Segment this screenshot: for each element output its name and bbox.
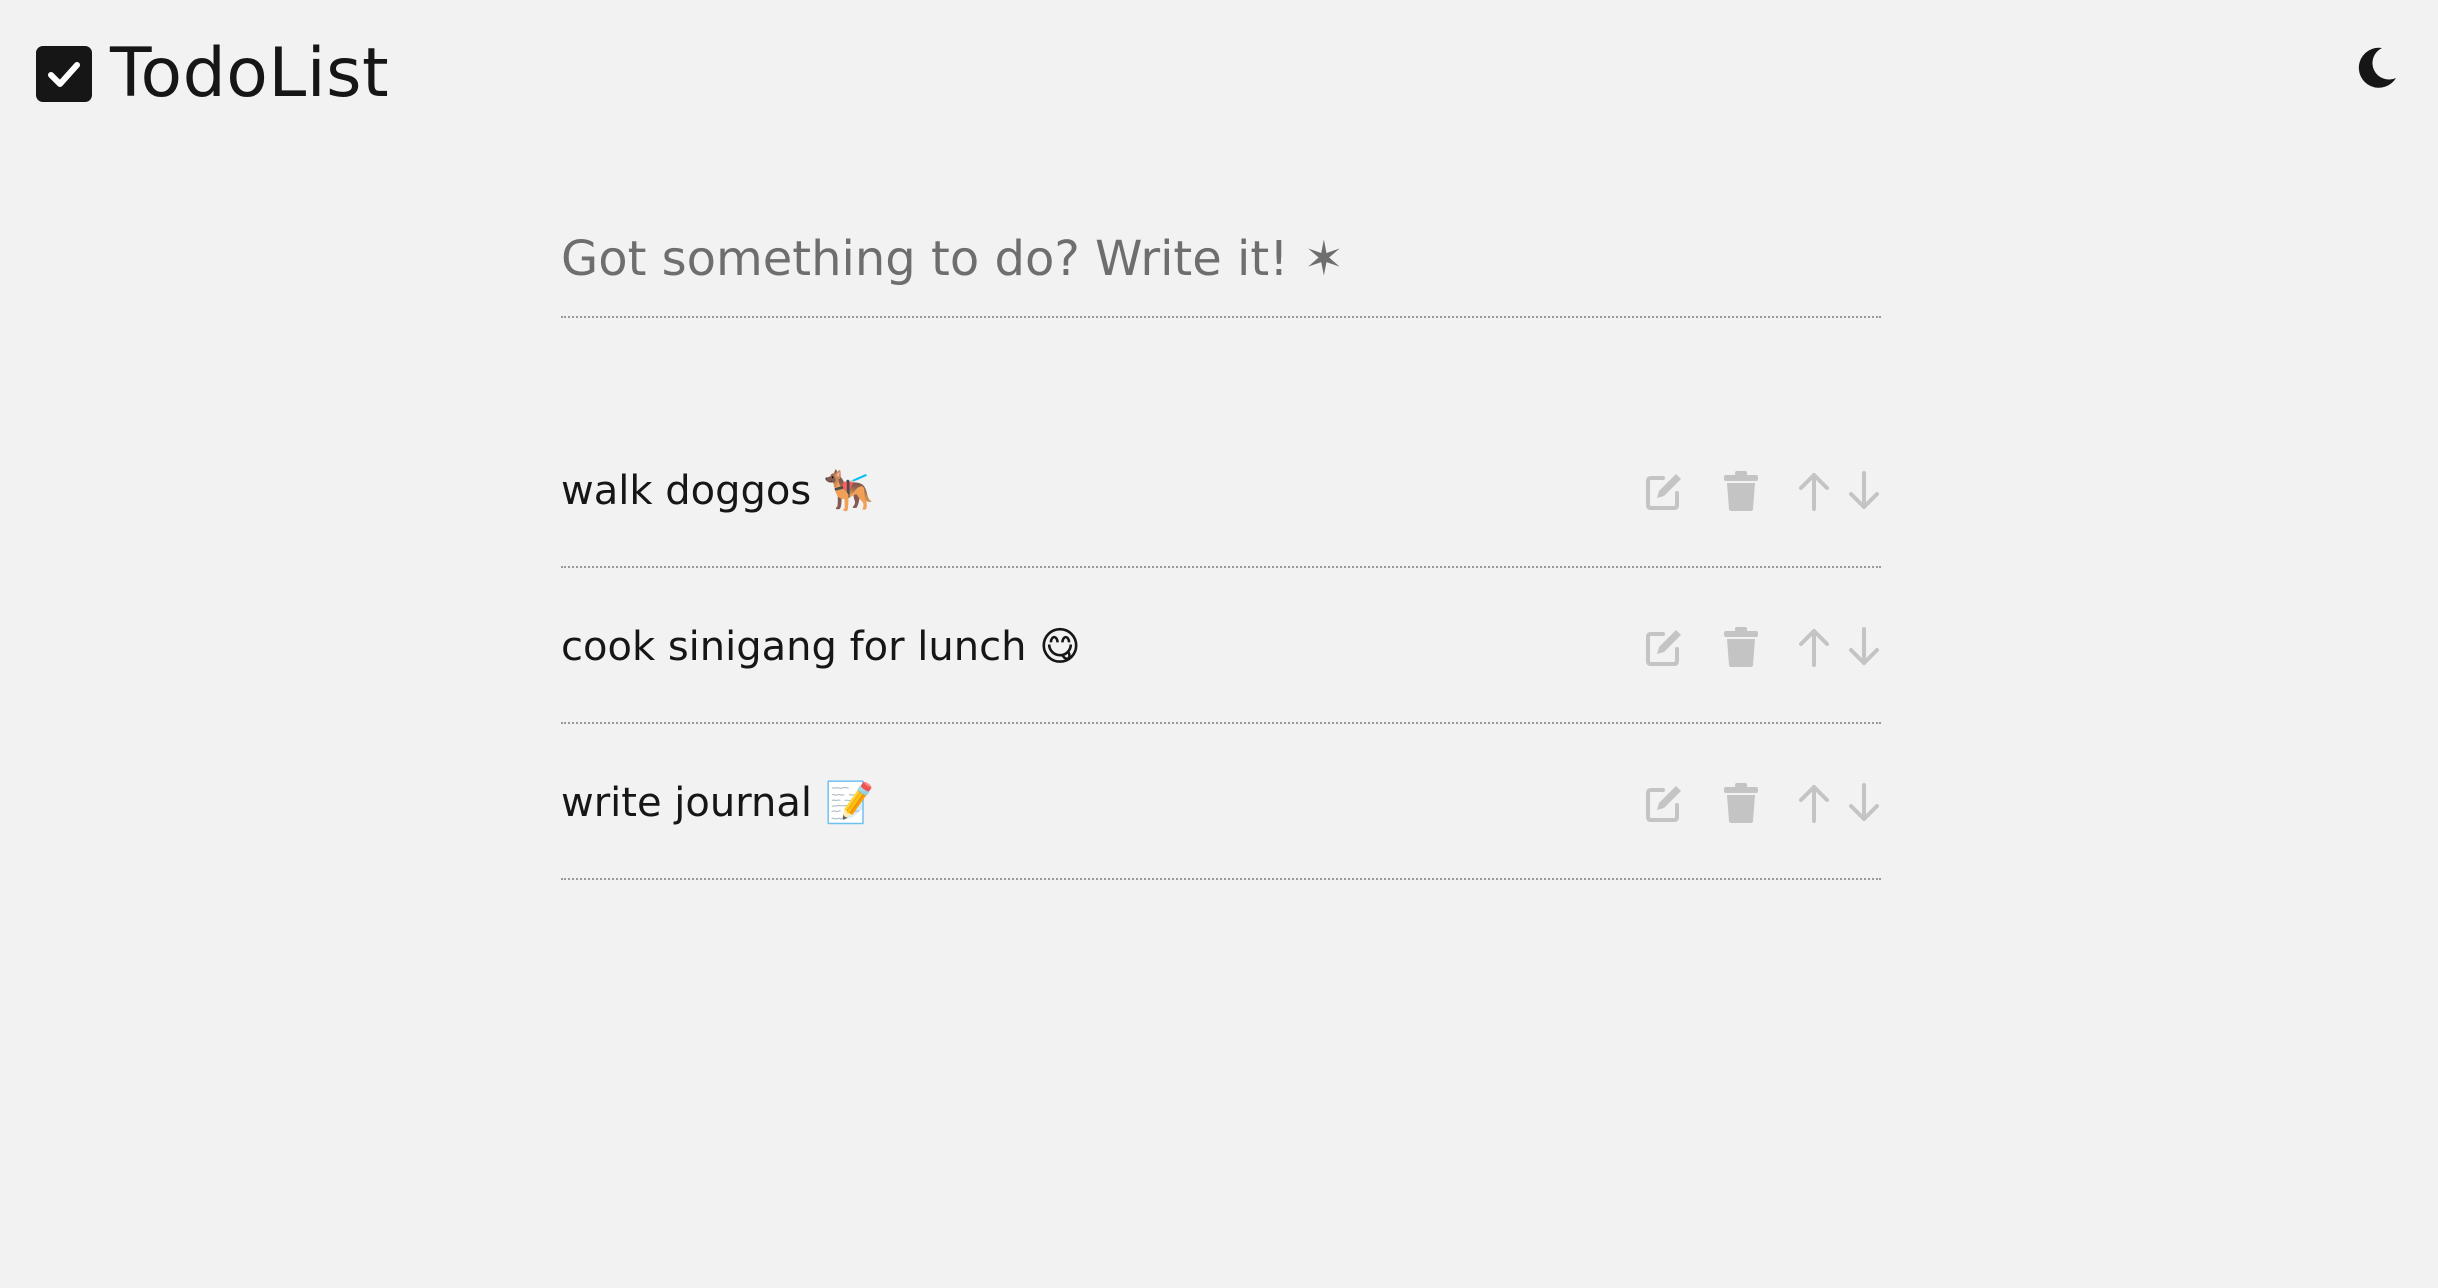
app-header: TodoList	[0, 0, 2438, 140]
checkbox-checked-icon	[36, 46, 92, 102]
trash-icon[interactable]	[1723, 782, 1759, 824]
arrow-up-icon[interactable]	[1797, 627, 1831, 667]
todo-text: cook sinigang for lunch 😋	[561, 624, 1081, 670]
new-todo-form	[561, 200, 1881, 318]
trash-icon[interactable]	[1723, 626, 1759, 668]
todo-actions	[1643, 622, 1881, 672]
trash-icon[interactable]	[1723, 470, 1759, 512]
arrow-down-icon[interactable]	[1847, 627, 1881, 667]
arrow-down-icon[interactable]	[1847, 471, 1881, 511]
arrow-up-icon[interactable]	[1797, 471, 1831, 511]
app-title: TodoList	[110, 34, 390, 113]
edit-icon[interactable]	[1643, 626, 1685, 668]
todo-item: cook sinigang for lunch 😋	[561, 568, 1881, 724]
edit-icon[interactable]	[1643, 470, 1685, 512]
main-content: walk doggos 🐕‍🦺	[561, 200, 1881, 880]
todo-item: write journal 📝	[561, 724, 1881, 880]
edit-icon[interactable]	[1643, 782, 1685, 824]
arrow-down-icon[interactable]	[1847, 783, 1881, 823]
arrow-up-icon[interactable]	[1797, 783, 1831, 823]
todo-list: walk doggos 🐕‍🦺	[561, 412, 1881, 880]
todo-item: walk doggos 🐕‍🦺	[561, 412, 1881, 568]
moon-icon[interactable]	[2352, 44, 2400, 92]
app-logo: TodoList	[36, 40, 389, 108]
todo-text: write journal 📝	[561, 780, 875, 826]
todo-text: walk doggos 🐕‍🦺	[561, 468, 874, 514]
new-todo-input[interactable]	[561, 224, 1881, 294]
todo-actions	[1643, 466, 1881, 516]
todo-actions	[1643, 778, 1881, 828]
